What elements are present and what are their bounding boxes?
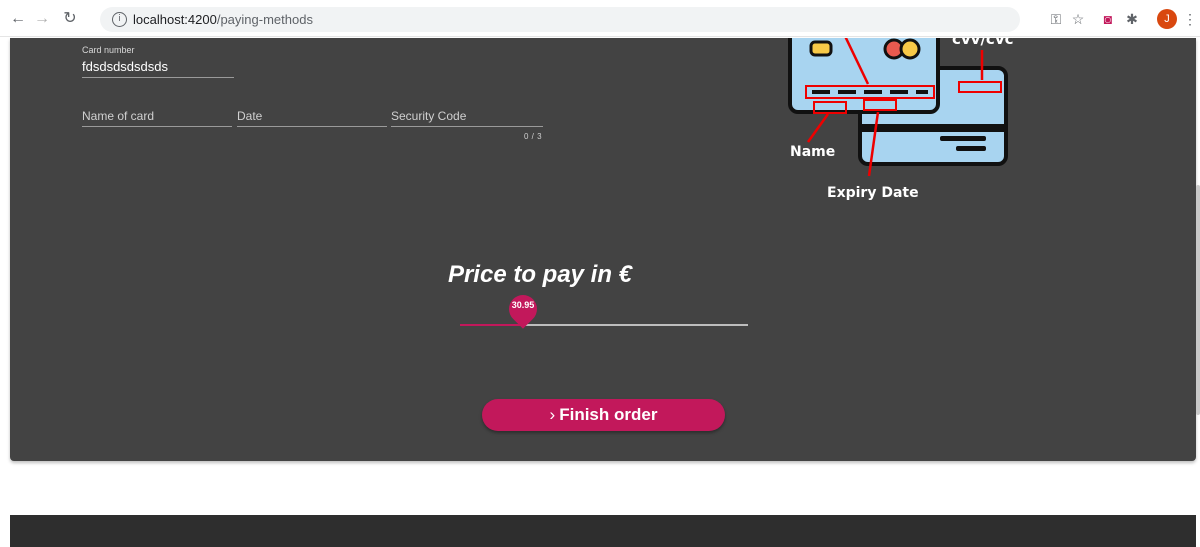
- back-card-stripe: [860, 124, 1006, 132]
- browser-toolbar: ← → ↻ i localhost:4200/paying-methods ⚿ …: [0, 0, 1200, 37]
- url-text: localhost:4200/paying-methods: [133, 12, 313, 27]
- security-code-field[interactable]: Security Code: [391, 106, 543, 127]
- avatar[interactable]: J: [1157, 9, 1177, 29]
- back-card-line-2: [956, 146, 986, 151]
- card-number-label: Card number: [82, 45, 135, 55]
- date-field[interactable]: Date: [237, 106, 387, 127]
- star-icon[interactable]: ☆: [1068, 9, 1088, 29]
- key-icon[interactable]: ⚿: [1046, 9, 1066, 29]
- forward-arrow-icon[interactable]: →: [32, 9, 52, 29]
- security-code-placeholder: Security Code: [391, 109, 467, 123]
- finish-order-label: Finish order: [559, 405, 658, 424]
- card-name-placeholder: Name of card: [82, 109, 155, 123]
- address-bar[interactable]: i localhost:4200/paying-methods: [100, 7, 1020, 32]
- back-arrow-icon[interactable]: ←: [8, 9, 28, 29]
- menu-dots-icon[interactable]: ⋮: [1180, 9, 1200, 29]
- payment-panel: Card number fdsdsdsdsdsds Name of card D…: [10, 38, 1196, 461]
- puzzle-icon[interactable]: ✱: [1122, 9, 1142, 29]
- footer: [10, 515, 1196, 547]
- info-icon[interactable]: i: [112, 12, 127, 27]
- price-slider[interactable]: 30.95: [460, 289, 748, 329]
- cvv-label: cvv/cvc: [952, 38, 1014, 48]
- chevron-right-icon: ›: [549, 405, 556, 424]
- date-placeholder: Date: [237, 109, 263, 123]
- security-code-counter: 0 / 3: [524, 132, 543, 141]
- card-number-value[interactable]: fdsdsdsdsdsds: [82, 59, 168, 74]
- finish-order-button[interactable]: › Finish order: [482, 399, 725, 431]
- chip-shape: [809, 40, 833, 57]
- price-slider-fill: [460, 324, 523, 326]
- name-label: Name: [790, 144, 835, 160]
- name-arrow: [806, 113, 830, 143]
- back-card-line: [940, 136, 986, 141]
- page-scrollbar[interactable]: [1196, 185, 1200, 415]
- price-title: Price to pay in €: [447, 261, 633, 288]
- extension-pocket-icon[interactable]: ◙: [1098, 9, 1118, 29]
- logo-circle-right: [899, 38, 921, 60]
- card-name-field[interactable]: Name of card: [82, 106, 232, 127]
- card-number-field[interactable]: Card number fdsdsdsdsdsds: [82, 45, 234, 78]
- price-slider-value: 30.95: [511, 300, 535, 310]
- reload-icon[interactable]: ↻: [60, 9, 80, 29]
- card-illustration: cvv/cvc Name Expiry Date: [788, 38, 1014, 201]
- expiry-label: Expiry Date: [827, 185, 919, 201]
